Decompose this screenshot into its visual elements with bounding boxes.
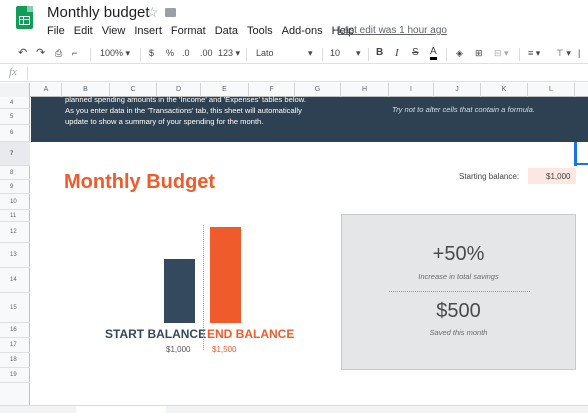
decrease-decimal-button[interactable]: .0 (182, 48, 190, 58)
selected-cell-border-bottom (574, 163, 588, 165)
borders-icon[interactable]: ⊞ (475, 48, 483, 59)
row-19[interactable]: 19 (0, 368, 30, 383)
page-title: Monthly Budget (64, 171, 216, 193)
column-h[interactable]: H (341, 83, 389, 97)
bold-button[interactable]: B (376, 47, 383, 58)
menu-tools[interactable]: Tools (247, 25, 273, 37)
font-name: Lato (256, 48, 274, 58)
bar-label-end: END BALANCE (207, 327, 295, 341)
row-14[interactable]: 14 (0, 268, 30, 293)
column-k[interactable]: K (481, 83, 528, 97)
row-16[interactable]: 16 (0, 323, 30, 338)
text-color-button[interactable]: A (430, 46, 437, 60)
percent-button[interactable]: % (166, 48, 174, 58)
folder-icon[interactable] (165, 8, 176, 17)
row-7[interactable]: 7 (0, 142, 30, 166)
menu-edit[interactable]: Edit (74, 25, 93, 37)
row-11[interactable]: 11 (0, 210, 30, 222)
toolbar: ↶ ↷ ⎙ ⌐ 100% ▾ $ % .0 .00 123 ▾ Lato ▾ 10… (0, 44, 588, 64)
font-size-select[interactable]: 10 ▾ (330, 48, 366, 58)
savings-increase-value: +50% (432, 243, 485, 265)
row-15[interactable]: 15 (0, 293, 30, 323)
summary-divider (389, 291, 530, 292)
formula-note: Try not to alter cells that contain a fo… (392, 105, 535, 114)
column-j[interactable]: J (434, 83, 481, 97)
row-18[interactable]: 18 (0, 353, 30, 368)
bar-end-balance (210, 227, 241, 323)
sheets-logo-icon[interactable] (16, 6, 33, 29)
saved-amount-value: $500 (436, 300, 481, 322)
strikethrough-button[interactable]: S (412, 47, 419, 58)
row-5[interactable]: 5 (0, 109, 30, 125)
column-i[interactable]: I (389, 83, 434, 97)
select-all-corner[interactable] (0, 83, 30, 97)
font-select[interactable]: Lato ▾ (256, 48, 316, 58)
bar-start-balance (164, 259, 195, 323)
title-bar: Monthly budget ☆ File Edit View Insert Forma… (0, 0, 588, 44)
more-formats-button[interactable]: 123 ▾ (218, 48, 240, 59)
instruction-line-3: update to show a summary of your spendin… (65, 117, 264, 126)
zoom-select[interactable]: 100% ▾ (100, 48, 130, 59)
chart-divider (203, 225, 204, 350)
bar-value-end: $1,500 (212, 345, 237, 354)
bar-label-start: START BALANCE (105, 327, 207, 341)
paint-format-icon[interactable]: ⌐ (72, 48, 77, 58)
savings-increase-label: Increase in total savings (418, 272, 499, 281)
merge-cells-icon[interactable]: ⊟ ▾ (494, 48, 509, 59)
instructions-text: planned spending amounts in the 'Income'… (65, 95, 340, 127)
zoom-value: 100% (100, 48, 124, 58)
bar-value-start: $1,000 (166, 345, 191, 354)
font-size-value: 10 (330, 48, 341, 58)
star-icon[interactable]: ☆ (146, 4, 159, 21)
row-10[interactable]: 10 (0, 194, 30, 210)
last-edit-link[interactable]: Last edit was 1 hour ago (338, 25, 447, 36)
row-13[interactable]: 13 (0, 243, 30, 268)
instruction-line-2: As you enter data in the 'Transactions' … (65, 106, 302, 115)
redo-icon[interactable]: ↷ (36, 46, 45, 59)
horizontal-align-icon[interactable]: ≡ ▾ (528, 48, 540, 59)
increase-decimal-button[interactable]: .00 (200, 48, 213, 58)
row-header: 4 5 6 7 8 9 10 11 12 13 14 15 16 17 18 1… (0, 97, 30, 413)
undo-icon[interactable]: ↶ (18, 46, 27, 59)
document-title[interactable]: Monthly budget (47, 4, 150, 21)
print-icon[interactable]: ⎙ (55, 48, 62, 59)
menu-data[interactable]: Data (215, 25, 238, 37)
instruction-line-1: planned spending amounts in the 'Income'… (65, 95, 306, 104)
menu-bar: File Edit View Insert Format Data Tools Add-ons… (47, 25, 363, 37)
menu-view[interactable]: View (102, 25, 126, 37)
row-17[interactable]: 17 (0, 338, 30, 353)
summary-panel: +50% Increase in total savings $500 Save… (341, 214, 576, 370)
starting-balance-value: $1,000 (546, 172, 571, 181)
starting-balance-label: Starting balance: (459, 172, 520, 181)
menu-format[interactable]: Format (171, 25, 206, 37)
row-9[interactable]: 9 (0, 180, 30, 194)
more-toolbar-icon[interactable]: | (578, 48, 580, 58)
menu-file[interactable]: File (47, 25, 65, 37)
currency-button[interactable]: $ (149, 48, 154, 58)
menu-addons[interactable]: Add-ons (282, 25, 323, 37)
menu-insert[interactable]: Insert (134, 25, 162, 37)
italic-button[interactable]: I (395, 47, 399, 59)
formula-bar: fx (0, 65, 588, 82)
row-6[interactable]: 6 (0, 125, 30, 142)
more-formats-label: 123 (218, 48, 234, 58)
row-12[interactable]: 12 (0, 222, 30, 243)
vertical-align-icon[interactable]: ⊤ ▾ (556, 48, 571, 59)
fill-color-icon[interactable]: ◈ (456, 48, 463, 59)
sheet-tab-active[interactable] (76, 406, 166, 413)
fx-label: fx (9, 66, 17, 78)
column-a[interactable]: A (31, 83, 62, 97)
column-l[interactable]: L (528, 83, 575, 97)
row-4[interactable]: 4 (0, 97, 30, 109)
row-8[interactable]: 8 (0, 166, 30, 180)
saved-amount-label: Saved this month (429, 328, 488, 337)
